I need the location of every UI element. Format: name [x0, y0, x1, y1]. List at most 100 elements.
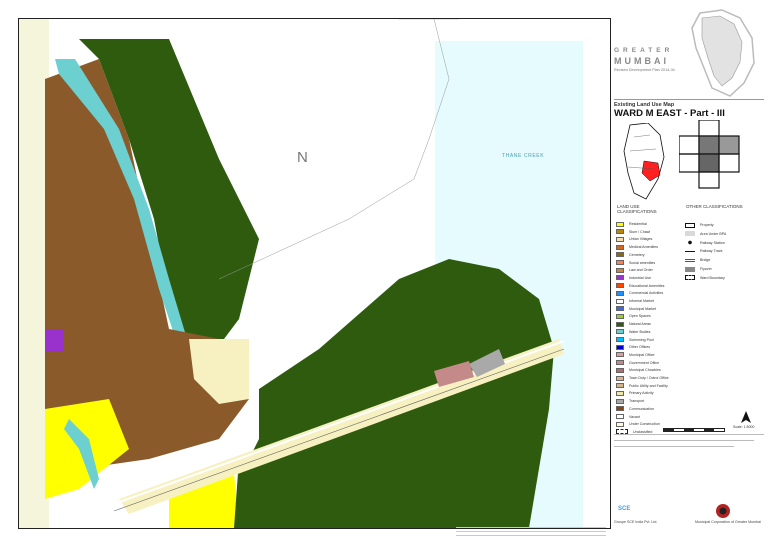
legend-swatch [616, 367, 624, 373]
legend-label: Open Spaces [629, 314, 651, 319]
footnote-rule [614, 446, 734, 447]
client-caption: Municipal Corporation of Greater Mumbai [695, 520, 761, 524]
legend-label: Vacant [629, 414, 640, 419]
legend-swatch [616, 375, 624, 381]
legend-swatch [616, 414, 624, 419]
other-legend-item: Railway Station [685, 240, 725, 246]
legend-swatch [616, 421, 624, 427]
land-use-legend-item: Swimming Pool [616, 337, 654, 343]
north-label: N [297, 149, 308, 166]
legend-label: Transport [629, 399, 645, 404]
land-use-heading: LAND USE CLASSIFICATIONS [617, 204, 657, 214]
land-use-legend-item: Vacant [616, 414, 640, 420]
ward-title: WARD M EAST - Part - III [614, 108, 725, 119]
land-use-legend-item: Public Utility and Facility [616, 383, 668, 389]
legend-swatch [616, 306, 624, 312]
legend-swatch [616, 236, 624, 242]
other-legend-item: Bridge [685, 257, 710, 263]
legend-label: Town Duty / Octroi Office [629, 376, 669, 380]
legend-swatch [616, 298, 624, 304]
creek-label: THANE CREEK [502, 153, 545, 159]
legend-label: Property [700, 223, 714, 227]
legend-label: Law and Order [629, 268, 653, 273]
legend-label: Informal Market [629, 299, 654, 303]
legend-label: Railway Station [700, 240, 725, 245]
title-divider [614, 99, 764, 100]
legend-swatch [616, 252, 624, 258]
legend-label: Flyover [700, 267, 712, 271]
land-use-legend-item: Industrial Use [616, 275, 651, 281]
legend-symbol [685, 231, 695, 237]
legend-label: Under Construction [629, 422, 660, 427]
legend-label: Swimming Pool [629, 337, 654, 342]
legend-label: Residential [629, 222, 647, 226]
land-use-legend-item: Natural Areas [616, 321, 651, 327]
legend-swatch [616, 283, 624, 289]
legend-swatch [616, 352, 624, 358]
land-use-legend-item: Cemetery [616, 252, 645, 258]
other-legend-item: Railway Track [685, 248, 722, 254]
scale-bar [663, 428, 725, 432]
mumbai-outline-map [691, 9, 755, 97]
legend-swatch [616, 329, 624, 335]
other-legend-item: Area Under BPA [685, 231, 726, 237]
legend-symbol [685, 266, 695, 272]
legend-label: Water Bodies [629, 329, 651, 334]
legend-swatch [616, 383, 624, 389]
legend-swatch [616, 244, 624, 250]
urban-village-strip [19, 19, 49, 528]
legend-swatch [616, 337, 624, 342]
legend-swatch [616, 313, 624, 319]
legend-swatch [616, 290, 624, 296]
bottom-note-line [456, 535, 606, 536]
legend-label: Commercial Activities [629, 291, 664, 296]
land-use-legend-item: Medical Amenities [616, 244, 658, 250]
legend-swatch [616, 344, 624, 350]
sheet-index-map [679, 120, 740, 189]
ward-locator-map [623, 123, 665, 200]
legend-label: Other Offices [629, 345, 651, 350]
consultant-caption: Groupe SCE India Pvt. Ltd. [614, 520, 658, 524]
north-arrow-icon [741, 411, 751, 423]
land-use-legend-item: Residential [616, 221, 647, 227]
legend-label: Natural Areas [629, 322, 651, 327]
land-use-legend-item: Informal Market [616, 298, 654, 304]
legend-symbol [685, 240, 695, 246]
scale-label: Scale: 1:5000 [733, 425, 755, 429]
title-greater: GREATER [614, 47, 674, 54]
map-canvas[interactable]: N THANE CREEK [18, 18, 611, 529]
legend-label: Cemetery [629, 252, 645, 257]
land-use-legend-item: Law and Order [616, 267, 653, 273]
land-use-legend-item: Educational Amenities [616, 283, 664, 289]
other-legend-item: Ward Boundary [685, 275, 725, 281]
legend-label: Slum / Chawl [629, 229, 651, 234]
land-use-legend-item: Government Office [616, 360, 659, 366]
legend-symbol [685, 250, 695, 252]
other-legend-item: Flyover [685, 266, 712, 272]
land-use-legend-item: Commercial Activities [616, 290, 663, 296]
land-use-legend-item: Municipal Office [616, 352, 655, 358]
mcgm-emblem-icon [716, 504, 730, 518]
legend-label: Area Under BPA [700, 231, 727, 236]
legend-label: Public Utility and Facility [629, 383, 668, 388]
legend-symbol [685, 275, 695, 281]
legend-label: Municipal Chowkies [629, 368, 661, 373]
land-use-legend-item: Municipal Chowkies [616, 367, 661, 373]
legend-swatch [616, 229, 624, 235]
footnote-rule [614, 434, 764, 435]
legend-label: Communication [629, 406, 654, 411]
other-classifications-heading: OTHER CLASSIFICATIONS [686, 204, 743, 209]
legend-swatch [616, 260, 624, 265]
legend-swatch [616, 321, 624, 327]
legend-label: Municipal Market [629, 306, 657, 311]
legend-swatch [616, 221, 624, 227]
legend-label: Medical Amenities [629, 245, 658, 250]
bottom-note-line [456, 527, 606, 528]
legend-label: Educational Amenities [629, 283, 665, 288]
other-legend-item: Property [685, 222, 714, 228]
legend-swatch [616, 360, 624, 366]
footnote-rule [614, 440, 754, 441]
land-use-legend-item: Town Duty / Octroi Office [616, 375, 669, 381]
legend-swatch [616, 398, 624, 404]
land-use-legend-item: Water Bodies [616, 329, 650, 335]
